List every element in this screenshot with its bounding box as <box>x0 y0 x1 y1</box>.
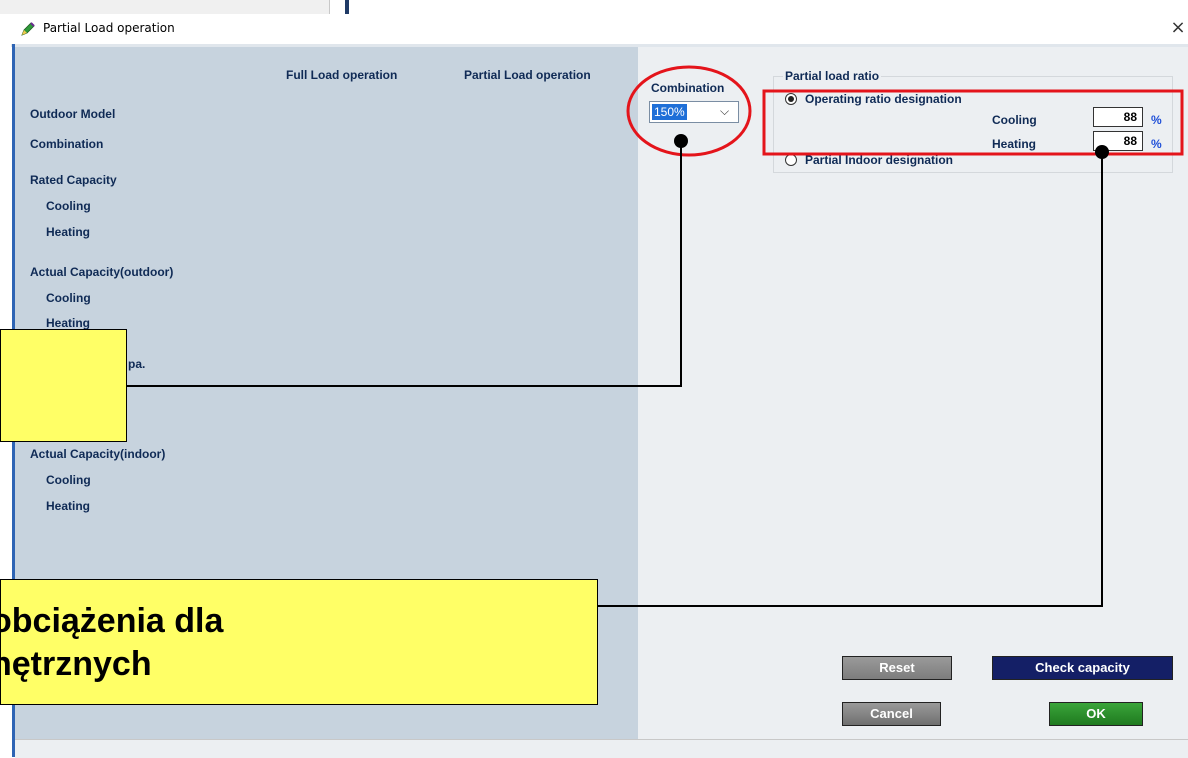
connector-line-ratio <box>598 152 1103 607</box>
connector-dot-combination <box>674 134 688 148</box>
connector-line-combination <box>127 141 682 387</box>
annotation-overlay <box>127 65 1184 607</box>
highlight-box-operating-ratio <box>762 89 1184 156</box>
highlight-ellipse-combination <box>626 65 752 157</box>
connector-dot-ratio <box>1095 145 1109 159</box>
